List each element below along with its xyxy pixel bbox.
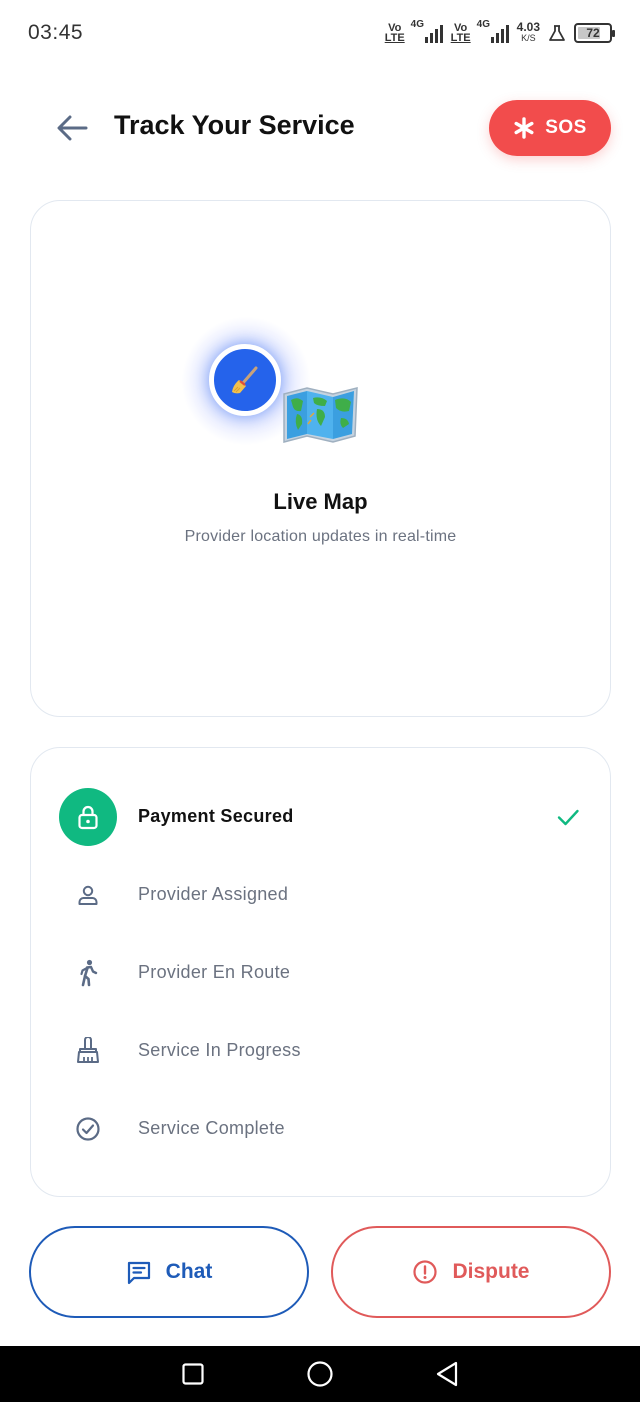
dispute-button[interactable]: Dispute (331, 1226, 611, 1318)
checkmark-icon (557, 809, 579, 826)
signal-label-2: 4G (476, 19, 490, 30)
back-button[interactable] (52, 108, 92, 148)
circle-icon (307, 1361, 333, 1387)
progress-steps-card: Payment Secured Provider Assigned Provid… (30, 747, 611, 1197)
lock-icon (78, 805, 98, 830)
home-button[interactable] (300, 1354, 340, 1394)
map-title: Live Map (273, 489, 368, 514)
chat-icon (127, 1261, 150, 1285)
signal-icon-1: 4G (411, 19, 443, 43)
step-label: Service In Progress (138, 1040, 301, 1060)
volte-badge-1: Vo LTE (384, 23, 405, 44)
step-label: Provider Assigned (138, 884, 289, 904)
check-circle-icon (76, 1117, 100, 1141)
asterisk-icon (514, 117, 534, 139)
step-service-in-progress: Service In Progress (31, 1022, 610, 1082)
map-subtitle: Provider location updates in real-time (184, 528, 457, 545)
system-nav-bar (0, 1346, 640, 1402)
sos-label: SOS (545, 117, 587, 138)
triangle-back-icon (436, 1361, 457, 1387)
volte-badge-2: Vo LTE (450, 23, 471, 44)
status-bar: 03:45 Vo LTE 4G Vo LTE 4G 4.03 K/S 72 (0, 0, 640, 66)
step-icon-container (59, 944, 117, 1002)
battery-level: 72 (586, 26, 600, 40)
speed-value: 4.03 (516, 20, 540, 34)
network-speed: 4.03 K/S (516, 20, 540, 44)
square-icon (182, 1363, 204, 1385)
speed-unit: K/S (521, 33, 536, 43)
provider-location-pin (209, 344, 281, 416)
sos-button[interactable]: SOS (489, 100, 611, 156)
step-icon-container (59, 788, 117, 846)
broom-icon (232, 366, 258, 394)
step-label: Provider En Route (138, 962, 291, 982)
world-map-icon (283, 387, 358, 443)
step-icon-container (59, 866, 117, 924)
volte-bottom: LTE (384, 32, 405, 44)
person-icon (78, 885, 98, 905)
step-payment-secured: Payment Secured (31, 788, 610, 848)
volte-bottom: LTE (450, 32, 471, 44)
status-time: 03:45 (28, 21, 84, 44)
system-back-button[interactable] (427, 1354, 467, 1394)
step-icon-container (59, 1022, 117, 1080)
walking-icon (80, 959, 98, 987)
arrow-left-icon (57, 115, 88, 141)
broom-icon (77, 1037, 99, 1063)
step-icon-container (59, 1100, 117, 1158)
step-provider-assigned: Provider Assigned (31, 866, 610, 926)
step-label: Service Complete (138, 1118, 285, 1138)
step-label: Payment Secured (138, 806, 294, 826)
chat-button[interactable]: Chat (29, 1226, 309, 1318)
status-icons: Vo LTE 4G Vo LTE 4G 4.03 K/S 72 (384, 19, 615, 44)
step-provider-en-route: Provider En Route (31, 944, 610, 1004)
step-service-complete: Service Complete (31, 1100, 610, 1160)
alert-circle-icon (413, 1260, 438, 1284)
battery-icon: 72 (574, 23, 615, 43)
signal-icon-2: 4G (477, 19, 509, 43)
dispute-label: Dispute (452, 1260, 530, 1283)
header: Track Your Service SOS (0, 96, 640, 158)
live-map-card[interactable]: Live Map Provider location updates in re… (30, 200, 611, 717)
recents-button[interactable] (173, 1354, 213, 1394)
flask-icon (549, 25, 565, 41)
page-title: Track Your Service (114, 110, 355, 140)
signal-label-1: 4G (410, 19, 425, 30)
chat-label: Chat (165, 1260, 213, 1283)
